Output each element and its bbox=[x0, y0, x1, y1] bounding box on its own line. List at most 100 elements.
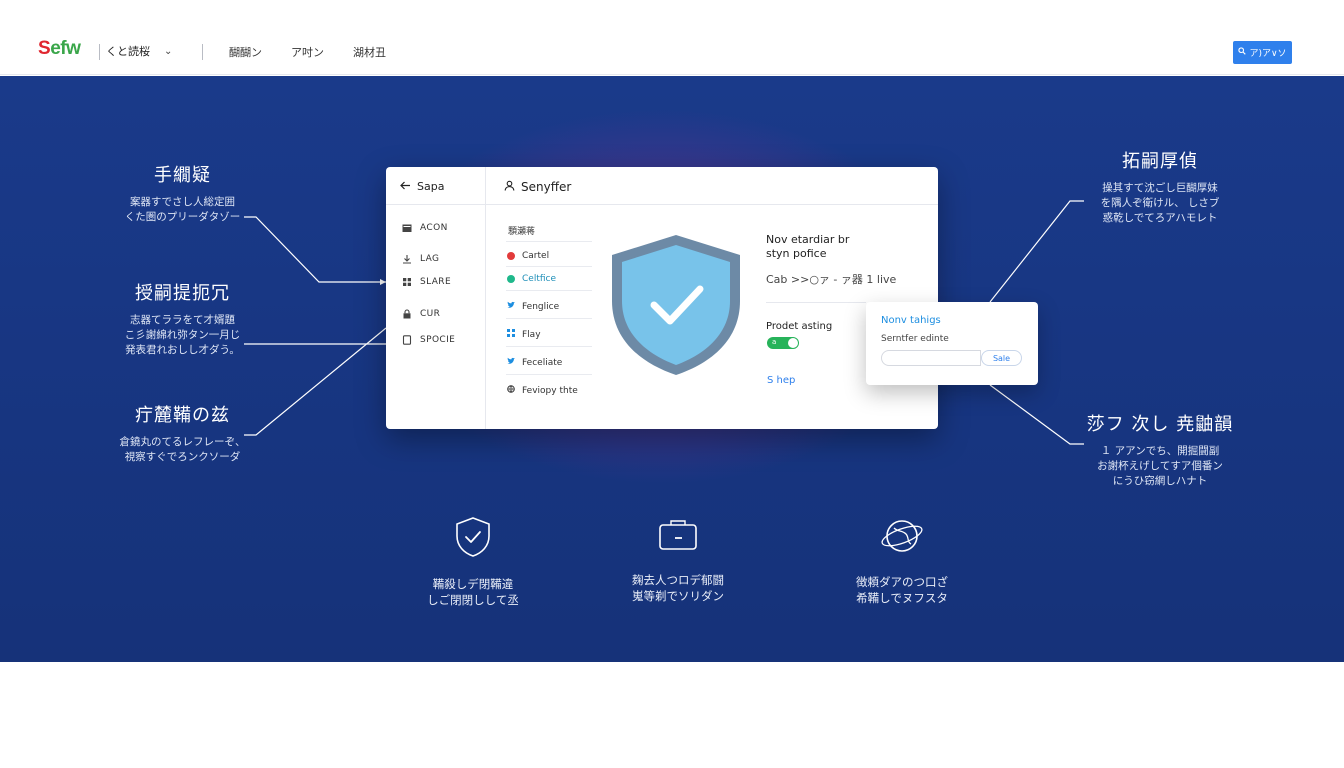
info-title: Nov etardiar br styn pofice bbox=[766, 233, 850, 260]
callout-desc-line: １ アアンでち、開掘闘副 bbox=[1100, 445, 1220, 457]
feature-text-line: しご閉閉しして丞 bbox=[427, 593, 519, 607]
subnav-item-feviopy[interactable]: Feviopy thte bbox=[507, 385, 578, 396]
back-label: Sapa bbox=[417, 180, 445, 193]
divider bbox=[766, 302, 866, 303]
popup-subtitle: Serntfer edinte bbox=[881, 334, 949, 344]
callout-left-3: 疔麓鞴の兹 倉鐃丸のてるレフレーぞ、 視察すぐでろンクソーダ bbox=[110, 401, 255, 465]
language-label: くと読桜 bbox=[106, 45, 150, 58]
callout-left-2: 授嗣提扼冗 志器てララをて才婿題 こ彡謝綿れ弥タン一月じ 発表君れおしし才ダう。 bbox=[110, 279, 255, 358]
sidebar-item-label: CUR bbox=[420, 309, 441, 319]
feature-text-line: 希鞴しでヌフスタ bbox=[856, 591, 948, 605]
twitter-icon bbox=[507, 357, 515, 368]
divider bbox=[506, 346, 592, 347]
callout-right-2: 莎フ 次し 尭鼬韻 １ アアンでち、開掘闘副 お謝杯えげしてすア個番ン にうひ窃… bbox=[1080, 410, 1240, 489]
download-icon bbox=[402, 254, 412, 264]
callout-title: 拓嗣厚偵 bbox=[1122, 151, 1198, 172]
sidebar-item-slare[interactable]: SLARE bbox=[402, 277, 451, 287]
feature-text-line: 麹去人つロデ郁闘 bbox=[632, 573, 724, 587]
arrow-left-icon bbox=[400, 180, 411, 193]
grid-icon bbox=[402, 277, 412, 287]
red-dot-icon bbox=[507, 252, 515, 260]
feature-2: 麹去人つロデ郁闘 嵬等剃でソリダン bbox=[588, 516, 768, 604]
divider bbox=[506, 241, 592, 242]
callout-title: 手繝疑 bbox=[154, 165, 211, 186]
search-icon bbox=[1238, 47, 1247, 58]
feature-text-line: 徴頼ダアのつ口ざ bbox=[856, 575, 948, 589]
settings-popup: Nonv tahigs Serntfer edinte Sale bbox=[866, 302, 1038, 385]
callout-desc-line: くた圏のプリーダタゾー bbox=[124, 211, 241, 223]
callout-desc-line: 視察すぐでろンクソーダ bbox=[124, 451, 241, 463]
sidebar-item-label: SLARE bbox=[420, 277, 452, 287]
top-navigation: Sefw くと読桜 ⌄ 醐醐ン ア吋ン 湖材丑 ア)ア∨ソ bbox=[0, 0, 1344, 75]
subnav-item-label: Celtfice bbox=[522, 274, 557, 284]
subnav-item-feceliate[interactable]: Feceliate bbox=[507, 357, 562, 368]
subnav-item-fenglice[interactable]: Fenglice bbox=[507, 301, 559, 312]
divider bbox=[506, 318, 592, 319]
callout-left-1: 手繝疑 案器すでさし人総定囲 くた圏のプリーダタゾー bbox=[110, 161, 255, 225]
folder-icon bbox=[402, 223, 412, 233]
toggle-label: a bbox=[772, 338, 777, 346]
app-header bbox=[386, 167, 938, 205]
sidebar-item-cur[interactable]: CUR bbox=[402, 309, 440, 319]
nav-item-3[interactable]: 湖材丑 bbox=[353, 44, 386, 60]
chevron-down-icon: ⌄ bbox=[164, 45, 173, 57]
divider bbox=[506, 290, 592, 291]
callout-desc-line: 発表君れおしし才ダう。 bbox=[125, 344, 240, 356]
sidebar-item-acon[interactable]: ACON bbox=[402, 223, 448, 233]
green-dot-icon bbox=[507, 275, 515, 283]
subnav-item-celtfice[interactable]: Celtfice bbox=[507, 274, 556, 284]
globe-icon bbox=[812, 516, 992, 560]
callout-desc-line: 案器すでさし人総定囲 bbox=[129, 196, 236, 208]
popup-input[interactable] bbox=[881, 350, 981, 366]
callout-right-1: 拓嗣厚偵 操其すて沈ごし巨醐厚妹 を隅人ぞ衛けル、 しさブ 惑乾しでてろアハモレ… bbox=[1080, 147, 1240, 226]
callout-desc-line: お謝杯えげしてすア個番ン bbox=[1097, 460, 1223, 472]
callout-desc-line: にうひ窃網しハナト bbox=[1112, 475, 1208, 487]
divider bbox=[506, 266, 592, 267]
brand-logo[interactable]: Sefw bbox=[38, 38, 81, 60]
nav-divider bbox=[202, 44, 203, 60]
callout-desc-line: 惑乾しでてろアハモレト bbox=[1102, 212, 1218, 224]
user-icon bbox=[504, 180, 515, 194]
feature-text-line: 嵬等剃でソリダン bbox=[632, 589, 724, 603]
subnav-item-label: Flay bbox=[522, 329, 541, 340]
sidebar-item-label: ACON bbox=[420, 223, 448, 233]
toggle-knob bbox=[788, 338, 798, 348]
subnav-item-flay[interactable]: Flay bbox=[507, 329, 541, 340]
subnav-item-cartel[interactable]: Cartel bbox=[507, 251, 549, 261]
back-button[interactable]: Sapa bbox=[400, 180, 444, 193]
twitter-icon bbox=[507, 301, 515, 312]
sidebar-item-spocie[interactable]: SPOCIE bbox=[402, 335, 455, 345]
nav-item-2[interactable]: ア吋ン bbox=[291, 44, 324, 60]
cta-label: ア)ア∨ソ bbox=[1249, 49, 1287, 59]
feature-3: 徴頼ダアのつ口ざ 希鞴しでヌフスタ bbox=[812, 516, 992, 606]
protection-toggle[interactable]: a bbox=[767, 337, 799, 349]
hero-section: 手繝疑 案器すでさし人総定囲 くた圏のプリーダタゾー 授嗣提扼冗 志器てララをて… bbox=[0, 76, 1344, 662]
callout-desc-line: こ彡謝綿れ弥タン一月じ bbox=[124, 329, 241, 341]
nav-divider bbox=[99, 44, 100, 60]
subnav-item-label: Fenglice bbox=[522, 301, 560, 312]
cta-button[interactable]: ア)ア∨ソ bbox=[1233, 41, 1292, 64]
app-window: Sapa Senyffer ACON LAG SLARE CUR SPOCIE bbox=[386, 167, 938, 429]
callout-title: 疔麓鞴の兹 bbox=[135, 405, 230, 426]
protect-label: Prodet asting bbox=[766, 321, 833, 332]
popup-save-button[interactable]: Sale bbox=[981, 350, 1022, 366]
sidebar-divider bbox=[485, 167, 486, 429]
subnav-heading: 顋瀬蒋 bbox=[508, 227, 536, 237]
app-title: Senyffer bbox=[504, 180, 571, 194]
subnav-item-label: Feviopy thte bbox=[522, 385, 578, 396]
file-icon bbox=[402, 335, 412, 345]
lock-icon bbox=[402, 309, 412, 319]
popup-title: Nonv tahigs bbox=[881, 315, 941, 326]
language-selector[interactable]: くと読桜 ⌄ bbox=[106, 43, 172, 59]
globe-icon bbox=[507, 385, 515, 396]
callout-desc-line: を隅人ぞ衛けル、 しさブ bbox=[1100, 197, 1220, 209]
callout-title: 授嗣提扼冗 bbox=[135, 283, 230, 304]
info-subtitle: Cab >>○ァ - ァ器 1 live bbox=[766, 273, 897, 286]
shield-check-icon bbox=[608, 231, 744, 383]
sidebar-item-lag[interactable]: LAG bbox=[402, 254, 439, 264]
shop-link[interactable]: S hep bbox=[767, 375, 795, 386]
callout-desc-line: 倉鐃丸のてるレフレーぞ、 bbox=[119, 436, 246, 448]
nav-item-1[interactable]: 醐醐ン bbox=[229, 44, 262, 60]
feature-1: 鞴殺しデ閉鞴違 しご閉閉しして丞 bbox=[383, 516, 563, 608]
subnav-item-label: Feceliate bbox=[522, 357, 563, 368]
